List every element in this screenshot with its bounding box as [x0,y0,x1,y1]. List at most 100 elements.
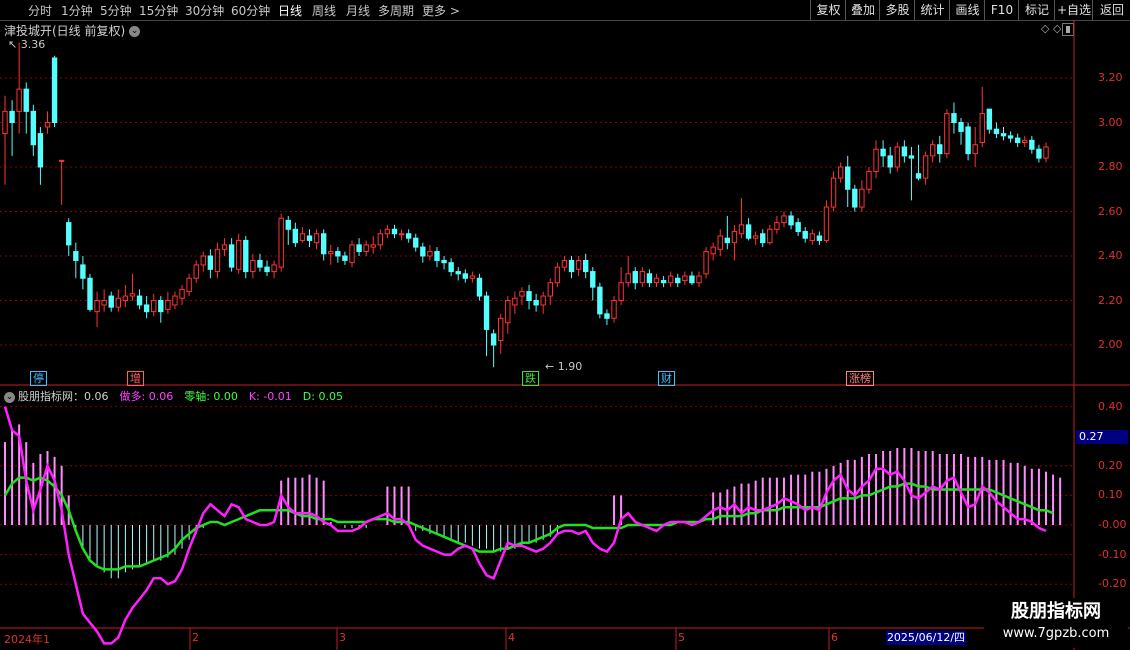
price-tick: 2.80 [1098,160,1123,173]
candle-body [271,264,277,273]
candle-body [257,259,263,268]
candle-body [214,248,221,273]
candle-body [1007,135,1014,139]
candle-body [958,122,964,132]
candle-body [625,273,631,284]
candle-body [852,188,858,208]
candle-body [420,246,426,257]
candle-body [221,244,228,250]
legend-items: 做多: 0.06 零轴: 0.00 K: -0.01 D: 0.05 [114,390,348,403]
candle-body [561,259,568,268]
price-tick: 2.60 [1098,204,1123,218]
candle-body [774,222,780,230]
candle-body [767,228,773,244]
candle-body [278,217,284,268]
candle-body [937,144,943,155]
candle-body [873,148,879,172]
candle-body [859,188,865,208]
candle-body [498,317,504,342]
candle-body [129,293,136,297]
event-marker[interactable]: 跌 [522,371,539,386]
candle-body [462,273,469,279]
candle-body [993,128,1000,135]
candle-body [455,271,461,275]
candle-body [689,275,695,284]
candle-body [837,166,844,179]
candle-body [816,235,823,241]
price-tick: 2.40 [1098,249,1123,262]
kline-chart[interactable] [0,0,1130,650]
candle-body [207,255,214,270]
chevron-down-icon[interactable]: ⌄ [4,391,15,403]
candle-body [101,300,107,306]
price-tick: 2.20 [1098,293,1123,307]
candle-body [929,144,936,157]
candle-body [306,235,313,241]
event-marker[interactable]: 停 [30,371,47,386]
candle-body [639,271,646,284]
candle-body [200,255,206,266]
candle-body [894,146,900,168]
candle-body [143,304,150,313]
candle-body [172,295,178,306]
candle-body [158,300,164,313]
candle-body [292,228,299,244]
candle-body [901,146,908,157]
price-tick: 2.00 [1098,338,1123,351]
candle-body [384,228,391,235]
candle-body [866,170,872,190]
candle-body [356,244,362,253]
candle-body [37,133,44,168]
candle-body [1014,137,1021,144]
candle-body [320,233,327,255]
low-price-label: ← 1.90 [545,360,583,373]
event-marker[interactable]: 财 [658,371,675,386]
candle-body [944,113,950,155]
event-marker[interactable]: 增 [127,371,144,386]
event-marker[interactable]: 涨榜 [846,371,874,386]
candle-body [1000,133,1007,137]
candle-body [554,266,561,284]
candle-body [448,262,454,273]
candle-body [476,277,483,297]
candle-body [108,295,114,308]
indicator-name: 股朋指标网：0.06 [18,390,109,403]
candle-body [724,237,731,244]
candle-body [165,300,171,310]
candle-body [682,275,688,281]
candle-body [738,224,745,235]
candle-body [986,108,993,130]
low-value: 1.90 [557,360,583,373]
candle-body [370,244,376,248]
candle-body [349,244,355,264]
candle-body [675,277,681,284]
candle-body [1036,148,1042,159]
candle-body [710,246,716,255]
candle-body [73,251,79,261]
candle-body [122,295,129,301]
candle-body [845,166,851,190]
candle-body [30,110,37,146]
watermark: 股朋指标网 www.7gpzb.com [984,598,1128,648]
candle-body [526,291,532,302]
candle-body [285,219,291,230]
candle-body [469,275,476,279]
month-label: 6 [831,631,838,644]
candle-body [519,291,525,297]
indicator-tick: -0.20 [1098,577,1127,591]
candle-body [1022,139,1028,144]
candle-body [264,266,270,273]
candle-body [505,300,511,324]
month-label: 5 [678,631,685,644]
candle-body [597,286,603,315]
candle-body [660,279,667,284]
candle-body [972,144,978,155]
candle-body [427,251,433,257]
watermark-title: 股朋指标网 [1011,601,1101,622]
candle-body [299,233,306,241]
candle-body [703,251,709,275]
candle-body [1043,146,1049,159]
month-label: 4 [508,631,515,644]
high-value: 3.36 [20,38,46,51]
candle-body [760,233,766,244]
